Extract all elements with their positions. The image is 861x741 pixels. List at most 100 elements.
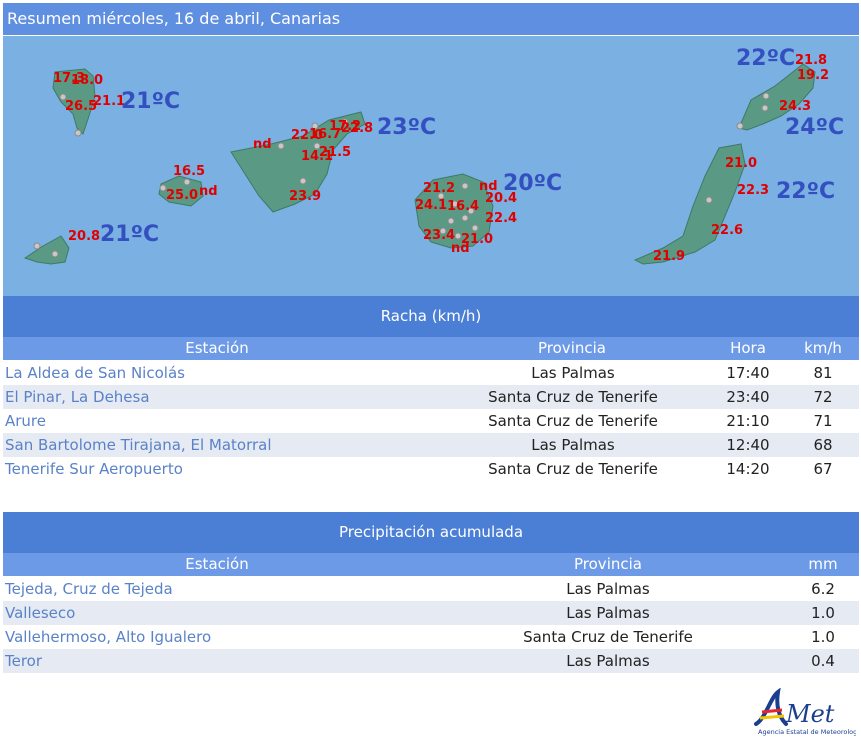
table-row: El Pinar, La Dehesa Santa Cruz de Teneri…	[3, 385, 859, 409]
table-row: Vallehermoso, Alto Igualero Santa Cruz d…	[3, 625, 859, 649]
island-temp-label: 22ºC	[776, 179, 835, 204]
island-el-hierro	[23, 235, 70, 265]
col-hora: Hora	[730, 339, 766, 357]
station-dot	[277, 142, 285, 150]
temp-label: nd	[199, 184, 218, 199]
temp-label: 19.2	[797, 68, 829, 83]
temp-label: 21.5	[319, 145, 351, 160]
temp-label: 18.0	[71, 73, 103, 88]
value-cell: 72	[813, 388, 833, 406]
time-cell: 14:20	[726, 460, 770, 478]
logo-wordmark: Met	[785, 700, 835, 728]
col-provincia: Provincia	[538, 339, 606, 357]
station-dot	[33, 242, 41, 250]
table-row: Valleseco Las Palmas 1.0	[3, 601, 859, 625]
station-link[interactable]: Tejeda, Cruz de Tejeda	[5, 577, 173, 601]
province-cell: Santa Cruz de Tenerife	[488, 388, 658, 406]
temp-label: 22.4	[485, 211, 517, 226]
logo-caption: Agencia Estatal de Meteorología	[758, 728, 856, 736]
province-cell: Las Palmas	[531, 364, 615, 382]
station-link[interactable]: Valleseco	[5, 601, 75, 625]
station-link[interactable]: Vallehermoso, Alto Igualero	[5, 625, 211, 649]
value-cell: 1.0	[811, 628, 835, 646]
value-cell: 67	[813, 460, 833, 478]
station-link[interactable]: El Pinar, La Dehesa	[5, 385, 150, 409]
temp-label: 21.8	[795, 53, 827, 68]
station-dot	[705, 196, 713, 204]
temp-label: 25.0	[166, 188, 198, 203]
station-link[interactable]: Teror	[5, 649, 42, 673]
station-link[interactable]: San Bartolome Tirajana, El Matorral	[5, 433, 272, 457]
province-cell: Santa Cruz de Tenerife	[523, 628, 693, 646]
col-provincia: Provincia	[574, 555, 642, 573]
table-row: Arure Santa Cruz de Tenerife 21:10 71	[3, 409, 859, 433]
value-cell: 0.4	[811, 652, 835, 670]
province-cell: Las Palmas	[566, 652, 650, 670]
island-temp-label: 21ºC	[100, 222, 159, 247]
station-dot	[736, 122, 744, 130]
station-dot	[51, 250, 59, 258]
province-cell: Las Palmas	[566, 604, 650, 622]
precip-table-header: Estación Provincia mm	[3, 553, 859, 576]
racha-section-title: Racha (km/h)	[3, 296, 859, 337]
island-temp-label: 21ºC	[121, 89, 180, 114]
table-row: San Bartolome Tirajana, El Matorral Las …	[3, 433, 859, 457]
temp-label: 16.4	[447, 199, 479, 214]
aemet-logo-svg: Met Agencia Estatal de Meteorología	[754, 687, 861, 736]
temp-label: 22.3	[737, 183, 769, 198]
precip-section-title: Precipitación acumulada	[3, 512, 859, 553]
temp-label: 22.8	[341, 121, 373, 136]
temp-label: 20.8	[68, 229, 100, 244]
station-dot	[461, 182, 469, 190]
time-cell: 23:40	[726, 388, 770, 406]
station-dot	[471, 224, 479, 232]
station-dot	[461, 214, 469, 222]
page-header: Resumen miércoles, 16 de abril, Canarias	[3, 3, 859, 35]
value-cell: 71	[813, 412, 833, 430]
value-cell: 1.0	[811, 604, 835, 622]
racha-table-header: Estación Provincia Hora km/h	[3, 337, 859, 360]
province-cell: Las Palmas	[531, 436, 615, 454]
temp-label: 16.5	[173, 164, 205, 179]
time-cell: 12:40	[726, 436, 770, 454]
island-temp-label: 23ºC	[377, 115, 436, 140]
station-link[interactable]: Tenerife Sur Aeropuerto	[5, 457, 183, 481]
aemet-logo: Met Agencia Estatal de Meteorología	[752, 687, 861, 736]
time-cell: 21:10	[726, 412, 770, 430]
col-estacion: Estación	[185, 555, 249, 573]
station-temperatures: 17.3 18.0 26.5 21.1 16.5 25.0 nd 20.8 nd…	[53, 53, 829, 264]
island-temp-label: 22ºC	[736, 46, 795, 71]
page-title: Resumen miércoles, 16 de abril, Canarias	[7, 9, 341, 28]
col-kmh: km/h	[804, 339, 842, 357]
province-cell: Santa Cruz de Tenerife	[488, 460, 658, 478]
province-cell: Santa Cruz de Tenerife	[488, 412, 658, 430]
temp-label: 24.1	[415, 198, 447, 213]
temp-label: 23.9	[289, 189, 321, 204]
table-row: La Aldea de San Nicolás Las Palmas 17:40…	[3, 361, 859, 385]
station-link[interactable]: La Aldea de San Nicolás	[5, 361, 185, 385]
canary-islands-map: 17.3 18.0 26.5 21.1 16.5 25.0 nd 20.8 nd…	[3, 36, 859, 296]
col-mm: mm	[808, 555, 838, 573]
station-link[interactable]: Arure	[5, 409, 46, 433]
value-cell: 6.2	[811, 580, 835, 598]
table-row: Tejeda, Cruz de Tejeda Las Palmas 6.2	[3, 577, 859, 601]
logo-stroke-red	[761, 708, 783, 714]
temp-label: nd	[253, 137, 272, 152]
value-cell: 68	[813, 436, 833, 454]
station-dot	[74, 129, 82, 137]
station-dot	[447, 217, 455, 225]
station-dot	[762, 92, 770, 100]
temp-label: 24.3	[779, 99, 811, 114]
time-cell: 17:40	[726, 364, 770, 382]
table-row: Teror Las Palmas 0.4	[3, 649, 859, 673]
province-cell: Las Palmas	[566, 580, 650, 598]
temp-label: 22.6	[711, 223, 743, 238]
value-cell: 81	[813, 364, 833, 382]
col-estacion: Estación	[185, 339, 249, 357]
map-svg: 17.3 18.0 26.5 21.1 16.5 25.0 nd 20.8 nd…	[23, 46, 844, 265]
temp-label: 21.0	[725, 156, 757, 171]
table-row: Tenerife Sur Aeropuerto Santa Cruz de Te…	[3, 457, 859, 481]
station-dot	[183, 178, 191, 186]
island-temp-label: 24ºC	[785, 115, 844, 140]
station-dot	[761, 104, 769, 112]
